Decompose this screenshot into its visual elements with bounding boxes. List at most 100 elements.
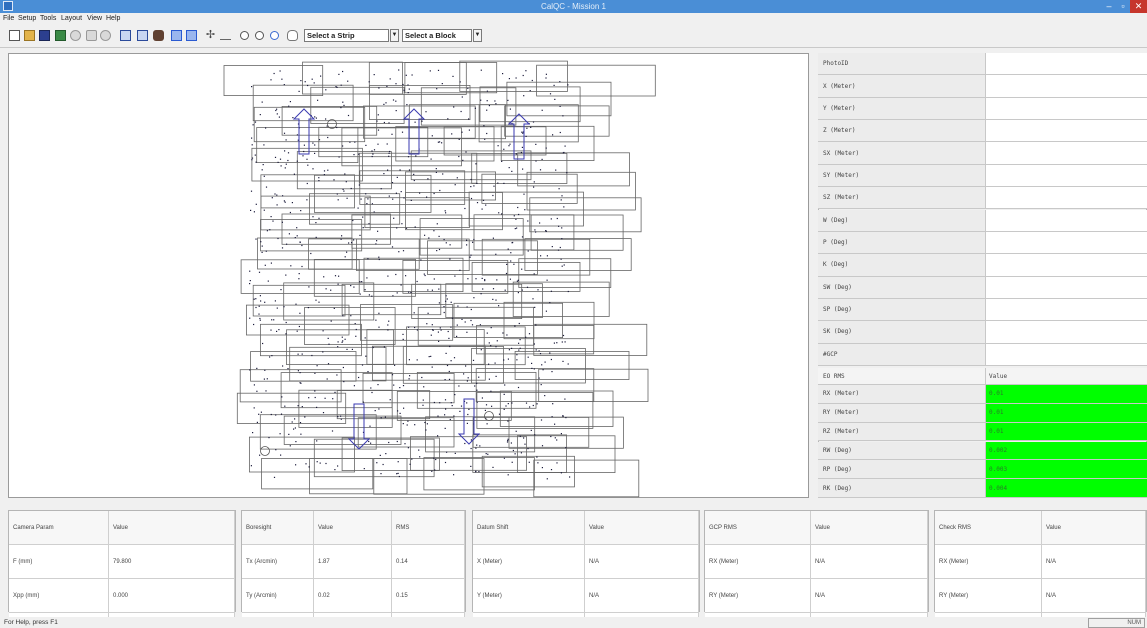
photo-footprint[interactable] bbox=[500, 125, 595, 162]
menu-tools[interactable]: Tools bbox=[40, 13, 56, 24]
photo-footprint[interactable] bbox=[302, 61, 403, 95]
block-select-chevron-down-icon[interactable]: ▼ bbox=[473, 29, 482, 42]
cross-icon[interactable]: ✢ bbox=[205, 30, 216, 41]
photo-footprint[interactable] bbox=[453, 302, 563, 339]
photo-footprint[interactable] bbox=[313, 258, 416, 297]
photo-footprint-map[interactable] bbox=[9, 54, 810, 499]
zoom-in-icon[interactable] bbox=[240, 31, 249, 40]
aircraft-icon[interactable] bbox=[153, 30, 164, 41]
block-select[interactable]: Select a Block bbox=[402, 29, 472, 42]
photo-footprint[interactable] bbox=[251, 147, 363, 182]
photo-footprint[interactable] bbox=[472, 434, 567, 473]
property-row[interactable]: K (Deg) bbox=[818, 254, 1147, 277]
photo-footprint[interactable] bbox=[518, 258, 612, 288]
photo-footprint[interactable] bbox=[476, 324, 595, 355]
photo-footprint[interactable] bbox=[423, 457, 535, 491]
close-button[interactable]: ✕ bbox=[1130, 0, 1147, 13]
photo-footprint[interactable] bbox=[362, 372, 455, 404]
photo-footprint[interactable] bbox=[261, 457, 374, 490]
photo-footprint[interactable] bbox=[341, 283, 442, 316]
photo-footprint[interactable] bbox=[281, 213, 391, 245]
photo-footprint[interactable] bbox=[371, 345, 486, 381]
photo-footprint[interactable] bbox=[417, 306, 535, 346]
bright-icon[interactable] bbox=[100, 30, 111, 41]
select-all-icon[interactable] bbox=[186, 30, 197, 41]
property-row[interactable]: Y (Meter) bbox=[818, 97, 1147, 121]
property-row[interactable]: W (Deg) bbox=[818, 209, 1147, 232]
scale-icon[interactable] bbox=[220, 33, 231, 40]
open-folder-icon[interactable] bbox=[24, 30, 35, 41]
photo-footprint[interactable] bbox=[503, 301, 595, 340]
photo-footprint[interactable] bbox=[530, 214, 624, 251]
photo-footprint[interactable] bbox=[240, 259, 360, 294]
photo-footprint[interactable] bbox=[260, 174, 355, 209]
property-row[interactable]: SX (Meter) bbox=[818, 142, 1147, 165]
property-row[interactable]: PhotoID bbox=[818, 53, 1147, 76]
photo-footprint[interactable] bbox=[304, 307, 396, 345]
photo-footprint[interactable] bbox=[445, 283, 543, 318]
property-row[interactable]: Z (Meter) bbox=[818, 120, 1147, 143]
photo-footprint[interactable] bbox=[471, 261, 581, 292]
zoom-extent-icon[interactable] bbox=[270, 31, 279, 40]
photo-footprint[interactable] bbox=[526, 171, 636, 211]
photo-footprint[interactable] bbox=[504, 105, 610, 137]
photo-footprint[interactable] bbox=[248, 436, 355, 473]
photo-footprint[interactable] bbox=[468, 191, 584, 227]
photo-footprint[interactable] bbox=[341, 127, 462, 167]
photo-footprint[interactable] bbox=[404, 62, 498, 94]
maximize-button[interactable]: ▫ bbox=[1116, 0, 1130, 13]
menu-setup[interactable]: Setup bbox=[18, 13, 36, 24]
photo-footprint[interactable] bbox=[358, 152, 478, 184]
property-row[interactable]: SK (Deg) bbox=[818, 321, 1147, 344]
photo-footprint[interactable] bbox=[471, 153, 568, 184]
pan-hand-icon[interactable] bbox=[287, 30, 298, 41]
property-row[interactable]: P (Deg) bbox=[818, 231, 1147, 255]
strip-select[interactable]: Select a Strip bbox=[304, 29, 389, 42]
photo-footprint[interactable] bbox=[538, 368, 649, 402]
photo-footprint[interactable] bbox=[533, 459, 640, 498]
photo-footprint[interactable] bbox=[524, 238, 632, 271]
photo-footprint[interactable] bbox=[533, 323, 648, 356]
property-row[interactable]: SZ (Meter) bbox=[818, 187, 1147, 210]
photo-footprint[interactable] bbox=[406, 326, 526, 366]
strip-select-chevron-down-icon[interactable]: ▼ bbox=[390, 29, 399, 42]
save-icon[interactable] bbox=[39, 30, 50, 41]
property-row[interactable]: X (Meter) bbox=[818, 75, 1147, 98]
photo-footprint[interactable] bbox=[481, 455, 575, 488]
image-icon[interactable] bbox=[55, 30, 66, 41]
panel-icon[interactable] bbox=[120, 30, 131, 41]
menu-help[interactable]: Help bbox=[106, 13, 120, 24]
photo-footprint[interactable] bbox=[351, 214, 463, 249]
table-icon[interactable] bbox=[137, 30, 148, 41]
gray-circle-icon[interactable] bbox=[70, 30, 81, 41]
minimize-button[interactable]: – bbox=[1102, 0, 1116, 13]
photo-footprint[interactable] bbox=[368, 61, 467, 95]
new-document-icon[interactable] bbox=[9, 30, 20, 41]
photo-footprint[interactable] bbox=[256, 127, 359, 163]
photo-footprint[interactable] bbox=[341, 437, 440, 471]
photo-footprint[interactable] bbox=[363, 257, 464, 292]
photo-footprint[interactable] bbox=[259, 323, 362, 357]
photo-footprint[interactable] bbox=[239, 369, 342, 403]
photo-footprint[interactable] bbox=[499, 390, 614, 427]
zoom-out-icon[interactable] bbox=[255, 31, 264, 40]
photo-footprint[interactable] bbox=[473, 214, 575, 251]
photo-footprint[interactable] bbox=[517, 152, 630, 187]
photo-footprint[interactable] bbox=[236, 392, 347, 424]
photo-footprint[interactable] bbox=[472, 416, 590, 448]
photo-footprint[interactable] bbox=[475, 368, 595, 403]
gcp-marker[interactable] bbox=[484, 411, 494, 421]
menu-file[interactable]: File bbox=[3, 13, 14, 24]
photo-footprint[interactable] bbox=[257, 237, 353, 270]
photo-footprint[interactable] bbox=[223, 65, 324, 97]
link-icon[interactable] bbox=[86, 30, 97, 41]
property-row[interactable]: #GCP bbox=[818, 343, 1147, 366]
photo-footprint[interactable] bbox=[402, 259, 509, 294]
block-map-view[interactable] bbox=[8, 53, 809, 498]
select-icon[interactable] bbox=[171, 30, 182, 41]
property-row[interactable]: SP (Deg) bbox=[818, 298, 1147, 322]
menu-view[interactable]: View bbox=[87, 13, 102, 24]
property-row[interactable]: SW (Deg) bbox=[818, 276, 1147, 299]
photo-footprint[interactable] bbox=[259, 414, 377, 450]
photo-footprint[interactable] bbox=[310, 86, 405, 124]
